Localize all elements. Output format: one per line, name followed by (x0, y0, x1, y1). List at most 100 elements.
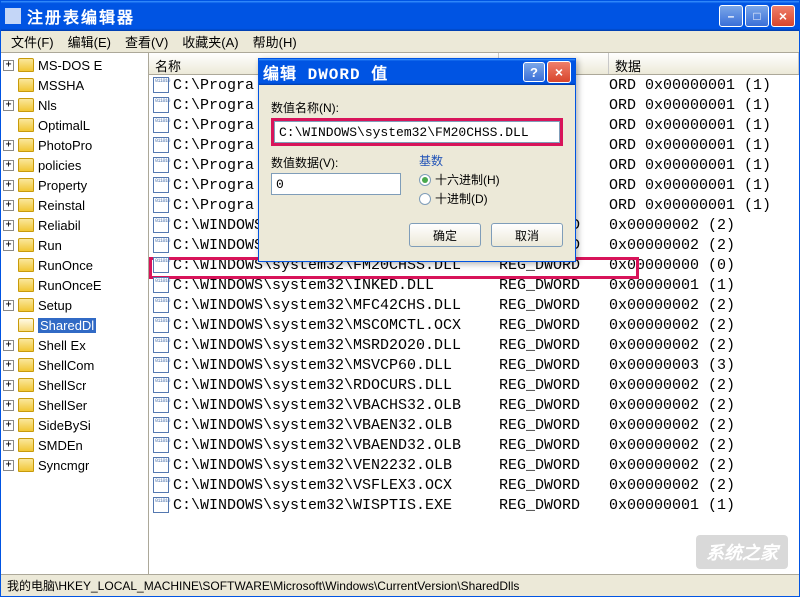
expand-icon[interactable]: + (3, 360, 14, 371)
tree-item[interactable]: +Reliabil (1, 215, 148, 235)
tree-label: PhotoPro (38, 138, 92, 153)
maximize-button[interactable]: □ (745, 5, 769, 27)
tree-label: Syncmgr (38, 458, 89, 473)
dialog-titlebar[interactable]: 编辑 DWORD 值 ? × (259, 59, 575, 85)
base-label: 基数 (419, 152, 500, 169)
expand-icon[interactable]: + (3, 460, 14, 471)
folder-icon (18, 358, 34, 372)
expand-icon[interactable]: + (3, 400, 14, 411)
row-type: REG_DWORD (499, 277, 609, 294)
minimize-button[interactable]: – (719, 5, 743, 27)
tree-item[interactable]: + PhotoPro (1, 135, 148, 155)
expand-icon[interactable]: + (3, 440, 14, 451)
menu-view[interactable]: 查看(V) (119, 30, 174, 53)
expand-icon[interactable]: + (3, 220, 14, 231)
expand-icon[interactable]: + (3, 200, 14, 211)
tree-item[interactable]: +Run (1, 235, 148, 255)
reg-value-icon (153, 217, 169, 233)
row-data: 0x00000003 (3) (609, 357, 799, 374)
row-data: 0x00000002 (2) (609, 397, 799, 414)
tree-item[interactable]: +ShellSer (1, 395, 148, 415)
dialog-help-button[interactable]: ? (523, 62, 545, 82)
folder-icon (18, 398, 34, 412)
folder-icon (18, 298, 34, 312)
row-data: ORD 0x00000001 (1) (609, 117, 799, 134)
list-row[interactable]: C:\WINDOWS\system32\VSFLEX3.OCXREG_DWORD… (149, 475, 799, 495)
tree-item[interactable]: RunOnce (1, 255, 148, 275)
tree-item[interactable]: RunOnceE (1, 275, 148, 295)
list-row[interactable]: C:\WINDOWS\system32\VBAEN32.OLBREG_DWORD… (149, 415, 799, 435)
tree-item[interactable]: OptimalL (1, 115, 148, 135)
row-data: 0x00000002 (2) (609, 237, 799, 254)
row-data: ORD 0x00000001 (1) (609, 197, 799, 214)
row-name: C:\WINDOWS\system32\MSCOMCTL.OCX (173, 317, 499, 334)
list-row[interactable]: C:\WINDOWS\system32\VBACHS32.OLBREG_DWOR… (149, 395, 799, 415)
list-row[interactable]: C:\WINDOWS\system32\MSRD2O20.DLLREG_DWOR… (149, 335, 799, 355)
tree-item[interactable]: SharedDl (1, 315, 148, 335)
radio-dec[interactable]: 十进制(D) (419, 190, 500, 207)
row-data: 0x00000002 (2) (609, 317, 799, 334)
value-data-input[interactable] (271, 173, 401, 195)
list-row[interactable]: C:\WINDOWS\system32\MSCOMCTL.OCXREG_DWOR… (149, 315, 799, 335)
row-data: ORD 0x00000001 (1) (609, 77, 799, 94)
row-data: 0x00000000 (0) (609, 257, 799, 274)
tree-item[interactable]: MSSHA (1, 75, 148, 95)
list-row[interactable]: C:\WINDOWS\system32\INKED.DLLREG_DWORD0x… (149, 275, 799, 295)
reg-value-icon (153, 497, 169, 513)
expand-icon[interactable]: + (3, 420, 14, 431)
menu-edit[interactable]: 编辑(E) (62, 30, 117, 53)
expand-icon[interactable]: + (3, 180, 14, 191)
ok-button[interactable]: 确定 (409, 223, 481, 247)
tree-item[interactable]: +Shell Ex (1, 335, 148, 355)
radio-dec-icon (419, 193, 431, 205)
tree-item[interactable]: +policies (1, 155, 148, 175)
cancel-button[interactable]: 取消 (491, 223, 563, 247)
list-row[interactable]: C:\WINDOWS\system32\VEN2232.OLBREG_DWORD… (149, 455, 799, 475)
tree-label: MSSHA (38, 78, 84, 93)
row-data: 0x00000002 (2) (609, 377, 799, 394)
menu-favorites[interactable]: 收藏夹(A) (176, 30, 244, 53)
tree-item[interactable]: + MS-DOS E (1, 55, 148, 75)
tree-item[interactable]: +SMDEn (1, 435, 148, 455)
list-row[interactable]: C:\WINDOWS\system32\MFC42CHS.DLLREG_DWOR… (149, 295, 799, 315)
tree-item[interactable]: +ShellScr (1, 375, 148, 395)
folder-icon (18, 138, 34, 152)
expand-icon[interactable]: + (3, 160, 14, 171)
menu-help[interactable]: 帮助(H) (247, 30, 303, 53)
expand-icon[interactable]: + (3, 140, 14, 151)
reg-value-icon (153, 337, 169, 353)
row-type: REG_DWORD (499, 497, 609, 514)
reg-value-icon (153, 257, 169, 273)
expand-icon[interactable]: + (3, 240, 14, 251)
col-data[interactable]: 数据 (609, 53, 799, 74)
tree-item[interactable]: +Setup (1, 295, 148, 315)
expand-icon[interactable]: + (3, 300, 14, 311)
tree-label: MS-DOS E (38, 58, 102, 73)
row-name: C:\WINDOWS\system32\VEN2232.OLB (173, 457, 499, 474)
close-button[interactable]: × (771, 5, 795, 27)
value-name-input[interactable] (274, 121, 560, 143)
list-row[interactable]: C:\WINDOWS\system32\WISPTIS.EXEREG_DWORD… (149, 495, 799, 515)
expand-icon[interactable]: + (3, 60, 14, 71)
tree-item[interactable]: +ShellCom (1, 355, 148, 375)
tree-item[interactable]: +Property (1, 175, 148, 195)
tree-item[interactable]: +Nls (1, 95, 148, 115)
titlebar[interactable]: 注册表编辑器 – □ × (1, 1, 799, 31)
expand-icon[interactable]: + (3, 380, 14, 391)
list-row[interactable]: C:\WINDOWS\system32\MSVCP60.DLLREG_DWORD… (149, 355, 799, 375)
list-row[interactable]: C:\WINDOWS\system32\VBAEND32.OLBREG_DWOR… (149, 435, 799, 455)
tree-item[interactable]: +Reinstal (1, 195, 148, 215)
menu-file[interactable]: 文件(F) (5, 30, 60, 53)
radio-hex[interactable]: 十六进制(H) (419, 171, 500, 188)
tree-item[interactable]: + Syncmgr (1, 455, 148, 475)
list-row[interactable]: C:\WINDOWS\system32\RDOCURS.DLLREG_DWORD… (149, 375, 799, 395)
dialog-close-button[interactable]: × (547, 61, 571, 83)
tree-item[interactable]: +SideBySi (1, 415, 148, 435)
tree-panel[interactable]: + MS-DOS E MSSHA +NlsOptimalL + PhotoPro +poli… (1, 53, 149, 574)
value-name-label: 数值名称(N): (271, 99, 563, 116)
row-name: C:\WINDOWS\system32\VSFLEX3.OCX (173, 477, 499, 494)
expand-icon[interactable]: + (3, 340, 14, 351)
expand-icon[interactable]: + (3, 100, 14, 111)
folder-icon (18, 258, 34, 272)
row-type: REG_DWORD (499, 377, 609, 394)
